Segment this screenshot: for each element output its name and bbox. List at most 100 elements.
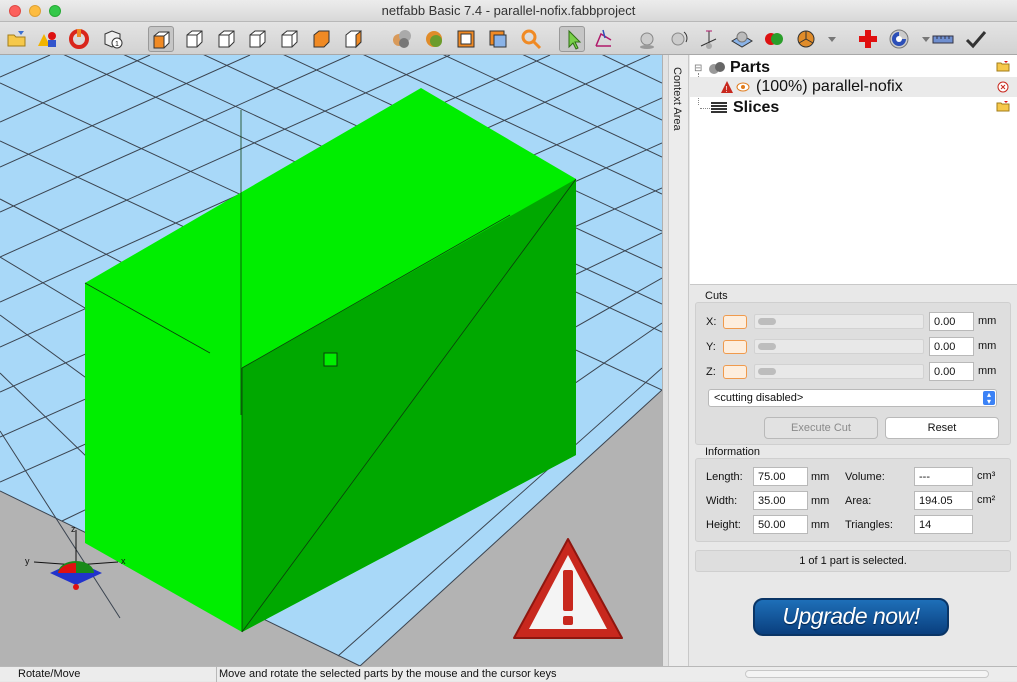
view-top-icon[interactable] — [309, 26, 335, 52]
volume-unit: cm³ — [977, 470, 996, 482]
view-back-icon[interactable] — [214, 26, 240, 52]
box-layers-icon[interactable] — [485, 26, 511, 52]
sphere-gauge-icon[interactable] — [886, 26, 912, 52]
height-value[interactable]: 50.00 — [753, 515, 808, 534]
axis-y-label: y — [25, 556, 30, 566]
main-toolbar: 1 — [0, 22, 1017, 55]
length-value[interactable]: 75.00 — [753, 467, 808, 486]
svg-text:1: 1 — [115, 41, 119, 48]
cut-x-label: X: — [706, 316, 717, 328]
cut-x-slider-handle[interactable] — [758, 318, 776, 325]
cut-z-label: Z: — [706, 366, 716, 378]
color-spheres-icon[interactable] — [761, 26, 787, 52]
selection-handle[interactable] — [323, 352, 338, 367]
zoom-icon[interactable] — [518, 26, 544, 52]
status-message: Move and rotate the selected parts by th… — [219, 668, 557, 680]
ball-icon[interactable] — [634, 26, 660, 52]
dropdown-arrow-icon[interactable] — [819, 26, 836, 52]
cut-mode-value: <cutting disabled> — [714, 392, 804, 404]
view-bottom-icon[interactable] — [341, 26, 367, 52]
triangles-value[interactable]: 14 — [914, 515, 973, 534]
tree-parts-label: Parts — [730, 59, 771, 76]
box-frame-icon[interactable] — [453, 26, 479, 52]
cut-x-toggle[interactable] — [723, 315, 747, 329]
part-warning-icon: ! — [721, 81, 733, 94]
cuts-group: X: 0.00 mm Y: 0.00 mm Z: 0.00 mm <cuttin… — [695, 302, 1011, 445]
ball-rotate-icon[interactable] — [666, 26, 692, 52]
cut-y-label: Y: — [706, 341, 716, 353]
checkmark-icon[interactable] — [963, 26, 989, 52]
cut-y-unit: mm — [978, 340, 997, 352]
panel-splitter[interactable] — [662, 55, 669, 666]
view-left-icon[interactable] — [245, 26, 271, 52]
add-shapes-icon[interactable] — [34, 26, 60, 52]
area-unit: cm² — [977, 494, 996, 506]
parts-folder-icon[interactable] — [996, 60, 1010, 75]
selection-status: 1 of 1 part is selected. — [695, 550, 1011, 572]
status-scrollbar[interactable] — [745, 670, 989, 678]
open-folder-icon[interactable] — [4, 26, 30, 52]
information-group: Length: 75.00 mm Volume: --- cm³ Width: … — [695, 458, 1011, 542]
cut-y-slider-handle[interactable] — [758, 343, 776, 350]
reset-cut-button[interactable]: Reset — [885, 417, 999, 439]
tree-slices-node[interactable]: Slices — [700, 98, 779, 118]
status-bar: Rotate/Move Move and rotate the selected… — [0, 666, 1017, 682]
context-area-tab[interactable]: Context Area — [669, 55, 689, 666]
cut-mode-select[interactable]: <cutting disabled> ▴ ▾ — [708, 389, 997, 407]
slices-icon — [711, 102, 727, 113]
cut-x-slider[interactable] — [754, 314, 924, 329]
tree-part-row[interactable]: ! (100%) parallel-nofix — [690, 77, 1017, 97]
width-value[interactable]: 35.00 — [753, 491, 808, 510]
parts-tree: ⊟ Parts ! (100%) parallel-nofix Slices — [690, 55, 1017, 285]
triangles-label: Triangles: — [845, 519, 893, 531]
slices-folder-icon[interactable] — [996, 100, 1010, 115]
cut-z-input[interactable]: 0.00 — [929, 362, 974, 381]
move-icon[interactable] — [591, 26, 617, 52]
width-unit: mm — [811, 495, 830, 507]
title-bar: netfabb Basic 7.4 - parallel-nofix.fabbp… — [0, 0, 1017, 22]
cut-z-slider[interactable] — [754, 364, 924, 379]
spheres-icon[interactable] — [389, 26, 415, 52]
axes-icon[interactable] — [696, 26, 722, 52]
visibility-eye-icon[interactable] — [736, 80, 750, 94]
part-info-icon[interactable]: 1 — [100, 26, 126, 52]
remove-part-icon[interactable] — [997, 81, 1009, 93]
tree-slices-label: Slices — [733, 99, 780, 116]
cut-x-input[interactable]: 0.00 — [929, 312, 974, 331]
information-title: Information — [705, 446, 761, 458]
repair-icon[interactable] — [66, 26, 92, 52]
context-panel: Cuts X: 0.00 mm Y: 0.00 mm Z: 0.00 mm <c… — [690, 285, 1017, 666]
cut-z-toggle[interactable] — [723, 365, 747, 379]
upgrade-button[interactable]: Upgrade now! — [753, 598, 949, 636]
volume-value[interactable]: --- — [914, 467, 973, 486]
red-cross-icon[interactable] — [855, 26, 881, 52]
execute-cut-button[interactable]: Execute Cut — [764, 417, 878, 439]
height-label: Height: — [706, 519, 741, 531]
view-front-icon[interactable] — [182, 26, 208, 52]
ruler-icon[interactable] — [930, 26, 956, 52]
window-title: netfabb Basic 7.4 - parallel-nofix.fabbp… — [381, 3, 636, 18]
axis-z-label: z — [71, 524, 76, 534]
app-window: netfabb Basic 7.4 - parallel-nofix.fabbp… — [0, 0, 1017, 682]
tree-parts-node[interactable]: ⊟ Parts — [694, 58, 770, 78]
cuts-title: Cuts — [705, 290, 728, 302]
collapse-icon[interactable]: ⊟ — [694, 63, 708, 74]
dropdown-arrow-icon[interactable] — [913, 26, 930, 52]
status-mode: Rotate/Move — [18, 668, 81, 680]
area-value[interactable]: 194.05 — [914, 491, 973, 510]
cut-z-slider-handle[interactable] — [758, 368, 776, 375]
pie-sphere-icon[interactable] — [793, 26, 819, 52]
sphere-color-icon[interactable] — [421, 26, 447, 52]
3d-viewport[interactable]: z x y — [0, 55, 662, 666]
area-label: Area: — [845, 495, 872, 507]
platform-icon[interactable] — [729, 26, 755, 52]
cut-y-toggle[interactable] — [723, 340, 747, 354]
cut-y-slider[interactable] — [754, 339, 924, 354]
cut-z-unit: mm — [978, 365, 997, 377]
cut-y-input[interactable]: 0.00 — [929, 337, 974, 356]
view-right-icon[interactable] — [277, 26, 303, 52]
height-unit: mm — [811, 519, 830, 531]
view-iso-icon[interactable] — [148, 26, 174, 52]
axis-x-label: x — [121, 556, 126, 566]
pointer-icon[interactable] — [559, 26, 585, 52]
